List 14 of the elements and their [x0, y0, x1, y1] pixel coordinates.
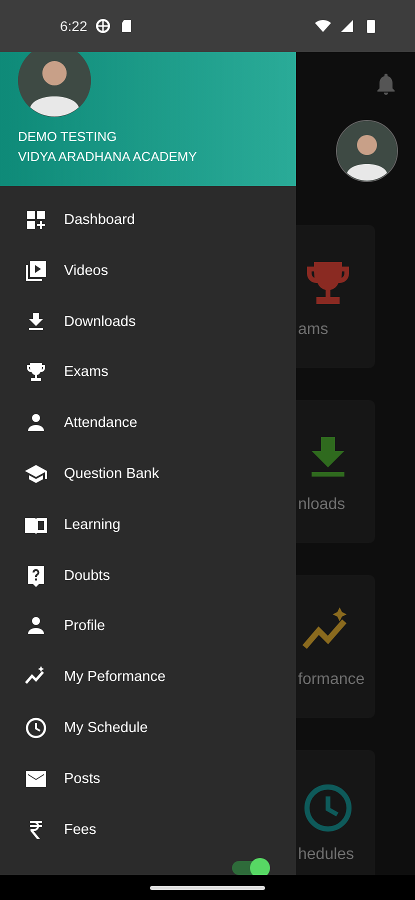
globe-icon [95, 18, 112, 34]
toggle-switch[interactable] [232, 861, 268, 875]
wifi-icon [315, 18, 331, 34]
videos-icon [24, 258, 48, 283]
home-handle[interactable] [150, 886, 265, 890]
card-label: formance [298, 670, 365, 688]
institute-name: VIDYA ARADHANA ACADEMY [18, 148, 198, 166]
clock-icon [24, 716, 48, 740]
status-time: 6:22 [60, 18, 88, 34]
card-label: hedules [298, 846, 354, 864]
signal-icon [339, 18, 355, 34]
card-label: nloads [298, 496, 346, 514]
user-name: DEMO TESTING [18, 128, 118, 146]
card-label: ams [298, 320, 328, 338]
